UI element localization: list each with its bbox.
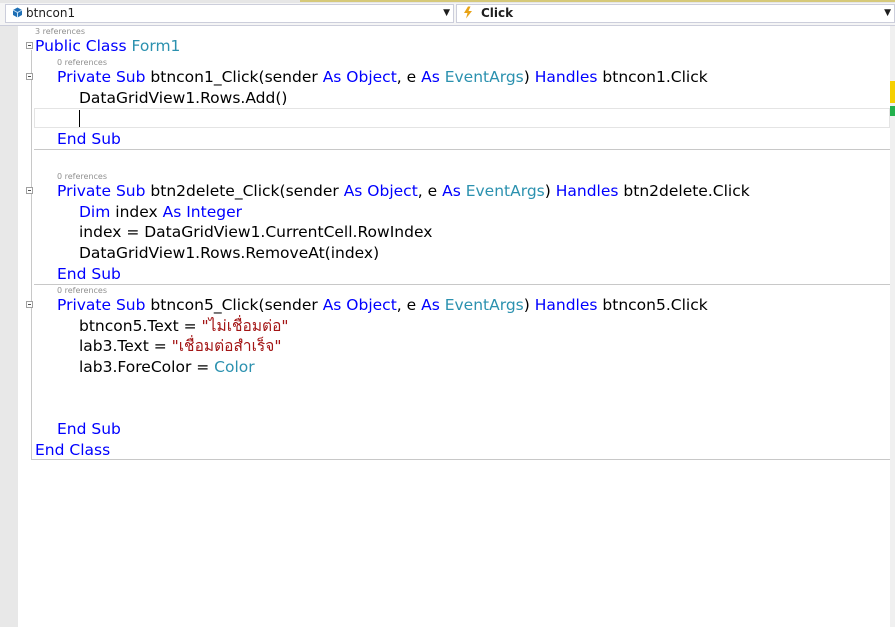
method-separator [34, 284, 890, 285]
code-line: End Sub [57, 130, 121, 148]
codelens-references[interactable]: 0 references [57, 58, 107, 67]
codelens-references[interactable]: 0 references [57, 172, 107, 181]
collapse-sub-icon[interactable] [26, 73, 33, 80]
code-line: End Sub [57, 420, 121, 438]
collapse-sub-icon[interactable] [26, 187, 33, 194]
class-end-separator [31, 459, 890, 460]
code-content: 3 references 0 references 0 references 0… [0, 0, 895, 627]
collapse-sub-icon[interactable] [26, 301, 33, 308]
code-line: End Class [35, 441, 111, 459]
text-caret [79, 110, 80, 127]
current-line-highlight [34, 108, 890, 128]
collapse-class-icon[interactable] [26, 42, 33, 49]
code-line: index = DataGridView1.CurrentCell.RowInd… [79, 223, 433, 241]
code-line: lab3.ForeColor = Color [79, 358, 255, 376]
code-line: Private Sub btn2delete_Click(sender As O… [57, 182, 750, 200]
codelens-references[interactable]: 0 references [57, 286, 107, 295]
code-line: Private Sub btncon1_Click(sender As Obje… [57, 68, 708, 86]
code-line: lab3.Text = "เชื่อมต่อสำเร็จ" [79, 337, 282, 355]
method-separator [34, 149, 890, 150]
code-line: Public Class Form1 [35, 37, 181, 55]
code-line: DataGridView1.Rows.RemoveAt(index) [79, 244, 380, 262]
code-line: Private Sub btncon5_Click(sender As Obje… [57, 296, 708, 314]
code-line: DataGridView1.Rows.Add() [79, 89, 288, 107]
code-line: btncon5.Text = "ไม่เชื่อมต่อ" [79, 317, 289, 335]
code-line: End Sub [57, 265, 121, 283]
outline-guide [31, 50, 32, 460]
code-line: Dim index As Integer [79, 203, 242, 221]
codelens-references[interactable]: 3 references [35, 27, 85, 36]
